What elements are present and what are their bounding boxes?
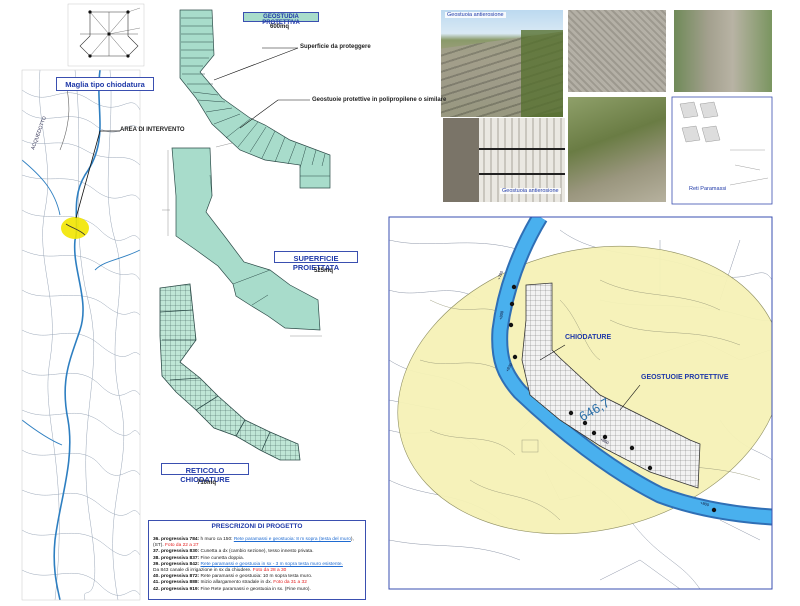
topographic-map-left <box>22 70 140 600</box>
geostuoie-desc-label: Geostuoie protettive in polipropilene o … <box>312 97 447 103</box>
prescrizione-text: Fine cunetta doppia. <box>199 555 244 561</box>
prescrizione-progressiva: 37. progressiva 830: <box>153 549 200 555</box>
superficie-proiettata-label: SUPERFICIE PROIETTATA <box>274 251 358 272</box>
prescrizione-text: Da 843 canale di irrigazione in sx da ch… <box>153 568 253 574</box>
reticolo-chiodature-area: 710mq <box>197 480 217 486</box>
prescrizioni-list: 36. progressiva 784: h muro ca 150: Rete… <box>153 537 361 593</box>
prescrizione-progressiva: 36. progressiva 784: <box>153 537 200 542</box>
photo-caption-1: Geostuoia antierosione <box>445 12 506 18</box>
prescrizione-text: Cunetta a dx (cambio sezione), tesso inn… <box>199 549 314 555</box>
prescrizione-row: 42. progressiva 919: Fine Rete paramassi… <box>153 587 361 593</box>
prescrizione-foto-ref: Foto da 28 a 30 <box>252 568 287 574</box>
superficie-proteggere-label: Superficie da proteggere <box>300 44 371 50</box>
prescrizione-progressiva: 39. progressiva 842: <box>153 561 200 567</box>
prescrizione-foto-ref: Foto da 31 a 32 <box>273 580 307 586</box>
area-intervento-label: AREA DI INTERVENTO <box>120 127 185 133</box>
geostudia-title: GEOSTUDIA PROTETTIVA <box>243 12 319 26</box>
superficie-proiettata-area: 525mq <box>314 268 334 274</box>
photo-caption-2: Geostuoia antierosione <box>500 188 561 194</box>
prescrizioni-title: PRESCRIZONI DI PROGETTO <box>211 523 303 530</box>
prescrizione-text: Fine Rete paramassi e geostuoia in sx. (… <box>199 586 311 592</box>
prescrizione-foto-ref: Foto da 22 a 27 <box>165 543 199 549</box>
prescrizione-progressiva: 41. progressiva 888: <box>153 580 200 586</box>
prescrizione-link[interactable]: Rete paramassi e geostuoia in sx - 3 m s… <box>200 562 342 567</box>
photo-geostuoia-slope <box>441 10 563 117</box>
geostuoie-map-label: GEOSTUOIE PROTETTIVE <box>641 374 729 381</box>
prescrizione-text: Inizio allargamento stradale in dx. <box>199 580 274 586</box>
maglia-label: Maglia tipo chiodatura <box>56 77 154 91</box>
prescrizione-text: h muro ca 150: <box>199 537 234 542</box>
photo-rockfall-net-1 <box>568 10 666 92</box>
photo-rockfall-net-2 <box>674 10 772 92</box>
photo-rockfall-net-3 <box>568 97 666 202</box>
prescrizione-progressiva: 38. progressiva 837: <box>153 555 200 561</box>
right-site-map: +780 +800 +830 +860 +900 <box>389 217 772 589</box>
prescrizione-row: 36. progressiva 784: h muro ca 150: Rete… <box>153 537 361 549</box>
prescrizione-text: Rete paramassi e geostuoia: 10 m sopra t… <box>199 574 313 580</box>
prescrizione-progressiva: 40. progressiva 872: <box>153 574 200 580</box>
maglia-diagram <box>67 3 145 67</box>
photo-caption-3: Reti Paramassi <box>687 186 729 192</box>
reticolo-chiodature-label: RETICOLO CHIODATURE <box>161 463 249 484</box>
geostudia-area: 600mq <box>270 24 290 30</box>
prescrizioni-box: PRESCRIZONI DI PROGETTO 36. progressiva … <box>148 520 366 600</box>
prescrizione-link[interactable]: Rete paramassi e geostuoia: 8 m sopra (t… <box>234 537 351 542</box>
chiodature-map-label: CHIODATURE <box>565 334 612 341</box>
prescrizione-progressiva: 42. progressiva 919: <box>153 586 200 592</box>
